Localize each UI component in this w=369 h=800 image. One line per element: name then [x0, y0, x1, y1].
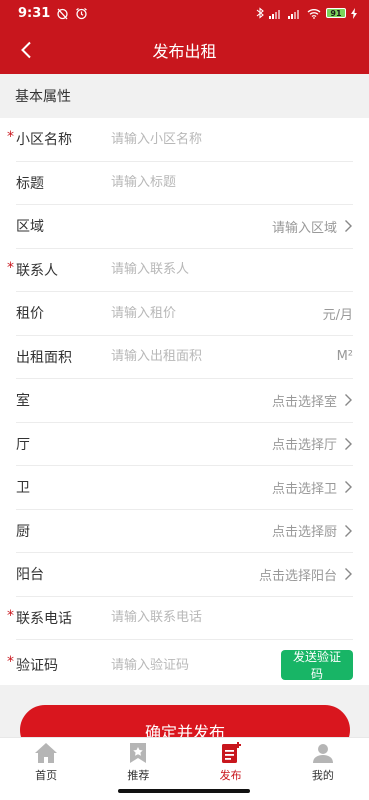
- bath-value: 点击选择卫: [271, 481, 337, 497]
- charging-icon: [351, 7, 357, 19]
- home-icon: [35, 743, 58, 763]
- send-code-button[interactable]: 发送验证码: [281, 650, 353, 681]
- contact-input[interactable]: [111, 262, 353, 278]
- publish-icon: [221, 742, 241, 763]
- publish-form: * 小区名称 标题 区域 请输入区域 * 联系人 租价 元/月 出租面积 M² …: [0, 118, 369, 690]
- community-input[interactable]: [111, 131, 353, 147]
- phone-input[interactable]: [111, 610, 353, 626]
- title-row: 标题: [16, 162, 353, 205]
- hall-label: 厅: [16, 436, 30, 453]
- chevron-right-icon: [345, 568, 352, 581]
- page-title: 发布出租: [152, 42, 217, 61]
- balcony-label: 阳台: [16, 567, 44, 584]
- community-label: 小区名称: [16, 132, 72, 149]
- balcony-row[interactable]: 阳台 点击选择阳台: [16, 553, 353, 597]
- code-input[interactable]: [111, 657, 281, 673]
- signal-icon: [269, 8, 283, 19]
- tab-publish-label: 发布: [219, 769, 242, 782]
- chevron-right-icon: [345, 220, 352, 233]
- chevron-right-icon: [345, 481, 352, 494]
- hall-row[interactable]: 厅 点击选择厅: [16, 423, 353, 466]
- back-button[interactable]: [14, 38, 38, 62]
- phone-row: * 联系电话: [7, 597, 353, 640]
- home-indicator: [118, 789, 250, 793]
- required-mark: *: [7, 259, 14, 276]
- community-row: * 小区名称: [7, 118, 353, 162]
- tab-mine-label: 我的: [311, 769, 334, 782]
- chevron-right-icon: [345, 394, 352, 407]
- battery-level: 91: [326, 8, 346, 18]
- rent-row: 租价 元/月: [16, 292, 353, 336]
- required-mark: *: [7, 654, 14, 670]
- room-label: 室: [16, 393, 30, 410]
- section-title: 基本属性: [0, 74, 369, 118]
- contact-label: 联系人: [16, 262, 58, 279]
- battery-icon: 91: [326, 8, 346, 18]
- user-icon: [312, 744, 333, 763]
- region-row[interactable]: 区域 请输入区域: [16, 205, 353, 249]
- chevron-right-icon: [345, 437, 352, 450]
- area-label: 出租面积: [16, 349, 72, 366]
- kitchen-label: 厨: [16, 523, 30, 540]
- area-unit: M²: [336, 349, 353, 365]
- tab-recommend[interactable]: 推荐: [92, 738, 184, 787]
- hall-value: 点击选择厅: [271, 438, 337, 454]
- room-value: 点击选择室: [271, 394, 337, 410]
- kitchen-select[interactable]: 点击选择厨: [272, 521, 353, 540]
- title-input[interactable]: [111, 175, 353, 191]
- kitchen-row[interactable]: 厨 点击选择厨: [16, 510, 353, 553]
- region-label: 区域: [16, 219, 44, 236]
- bath-label: 卫: [16, 480, 30, 497]
- kitchen-value: 点击选择厨: [271, 525, 337, 541]
- alarm-clock-icon: [75, 7, 88, 20]
- contact-row: * 联系人: [7, 249, 353, 292]
- hall-select[interactable]: 点击选择厅: [272, 434, 353, 453]
- required-mark: *: [7, 129, 14, 145]
- room-row[interactable]: 室 点击选择室: [16, 379, 353, 423]
- status-time: 9:31: [18, 5, 51, 21]
- room-select[interactable]: 点击选择室: [272, 391, 353, 410]
- chevron-right-icon: [345, 524, 352, 537]
- tab-recommend-label: 推荐: [127, 769, 150, 782]
- region-value: 请输入区域: [271, 220, 337, 236]
- balcony-select[interactable]: 点击选择阳台: [259, 565, 353, 584]
- region-select[interactable]: 请输入区域: [272, 217, 353, 236]
- title-label: 标题: [16, 175, 44, 192]
- area-row: 出租面积 M²: [16, 336, 353, 379]
- alarm-off-icon: [56, 7, 69, 20]
- rent-label: 租价: [16, 306, 44, 323]
- tab-publish[interactable]: 发布: [185, 738, 277, 787]
- signal-2-icon: [288, 8, 302, 19]
- rent-unit: 元/月: [322, 307, 353, 323]
- app-header: 发布出租: [0, 26, 369, 74]
- chevron-left-icon: [21, 41, 31, 59]
- code-label: 验证码: [16, 658, 58, 674]
- bath-select[interactable]: 点击选择卫: [272, 478, 353, 497]
- tab-mine[interactable]: 我的: [277, 738, 369, 787]
- wifi-icon: [307, 8, 321, 19]
- tab-home-label: 首页: [35, 769, 58, 782]
- code-row: * 验证码 发送验证码: [7, 640, 353, 690]
- rent-input[interactable]: [111, 305, 323, 321]
- tab-bar: 首页 推荐 发布 我的: [0, 737, 369, 787]
- phone-label: 联系电话: [16, 610, 72, 627]
- bluetooth-icon: [256, 7, 264, 19]
- area-input[interactable]: [111, 349, 337, 365]
- bookmark-star-icon: [130, 743, 147, 763]
- status-bar: 9:31 91: [0, 0, 369, 26]
- balcony-value: 点击选择阳台: [258, 568, 337, 584]
- bath-row[interactable]: 卫 点击选择卫: [16, 466, 353, 510]
- tab-home[interactable]: 首页: [0, 738, 92, 787]
- required-mark: *: [7, 607, 14, 624]
